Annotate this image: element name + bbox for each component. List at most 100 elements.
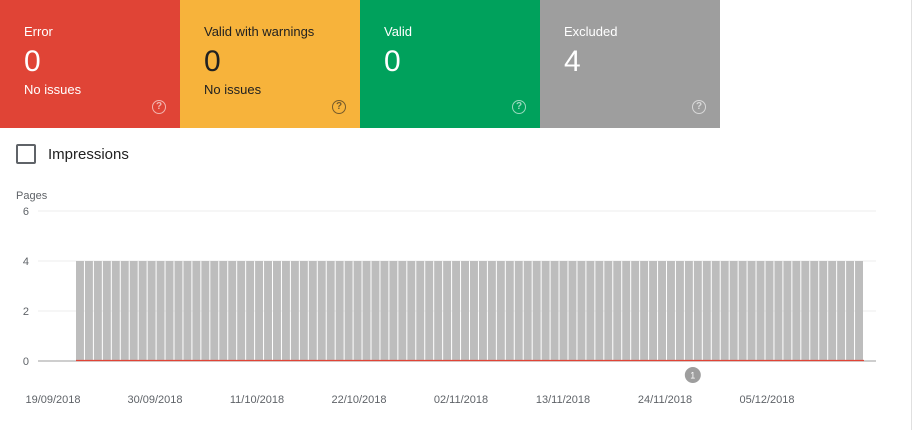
- help-circle-icon[interactable]: ?: [512, 100, 526, 114]
- bar: [317, 261, 326, 361]
- bar: [111, 261, 120, 361]
- bar: [281, 261, 290, 361]
- bar: [792, 261, 801, 361]
- bar: [604, 261, 613, 361]
- excluded-card[interactable]: Excluded 4 ?: [540, 0, 720, 128]
- warning-label: Valid with warnings: [204, 24, 315, 39]
- bar: [774, 261, 783, 361]
- bar: [559, 261, 568, 361]
- impressions-checkbox[interactable]: [16, 144, 36, 164]
- bar: [362, 261, 371, 361]
- bar: [344, 261, 353, 361]
- bar: [371, 261, 380, 361]
- bar: [326, 261, 335, 361]
- bar: [470, 261, 478, 361]
- bar: [711, 261, 720, 361]
- bar: [478, 261, 487, 361]
- bar: [729, 261, 738, 361]
- x-tick-label: 19/09/2018: [25, 394, 80, 406]
- bar: [541, 261, 550, 361]
- bar: [801, 261, 810, 361]
- valid-card[interactable]: Valid 0 ?: [360, 0, 540, 128]
- bar: [514, 261, 523, 361]
- error-card[interactable]: Error 0 No issues ?: [0, 0, 180, 128]
- bar: [129, 261, 138, 361]
- bar: [595, 261, 604, 361]
- y-tick-label: 2: [23, 306, 29, 318]
- warning-card[interactable]: Valid with warnings 0 No issues ?: [180, 0, 360, 128]
- bar: [434, 261, 443, 361]
- error-count: 0: [24, 45, 41, 78]
- bar: [120, 261, 129, 361]
- bar: [702, 261, 711, 361]
- y-tick-label: 0: [23, 356, 29, 368]
- bar: [586, 261, 595, 361]
- bar: [219, 261, 228, 361]
- bar: [255, 261, 264, 361]
- y-axis-label: Pages: [16, 190, 48, 202]
- bar: [756, 261, 765, 361]
- x-tick-label: 24/11/2018: [638, 394, 692, 406]
- bar: [174, 261, 183, 361]
- bar: [693, 261, 702, 361]
- pages-chart: Pages 0 2 4 6 19/09/2018 30/09/2018 11/10/2018 2…: [0, 180, 914, 430]
- chart-svg: Pages 0 2 4 6 19/09/2018 30/09/2018 11/10/2018 2…: [16, 190, 876, 406]
- bar: [631, 261, 640, 361]
- impressions-label: Impressions: [48, 145, 129, 163]
- bar: [747, 261, 756, 361]
- bar: [147, 261, 156, 361]
- valid-count: 0: [384, 45, 401, 78]
- help-circle-icon[interactable]: ?: [692, 100, 706, 114]
- bar: [461, 261, 469, 361]
- error-label: Error: [24, 24, 53, 39]
- bar: [389, 261, 398, 361]
- bar: [425, 261, 434, 361]
- bar: [237, 261, 246, 361]
- bar: [577, 261, 586, 361]
- bar: [658, 261, 666, 361]
- help-circle-icon[interactable]: ?: [332, 100, 346, 114]
- excluded-label: Excluded: [564, 24, 618, 39]
- bar: [273, 261, 281, 361]
- bar: [407, 261, 416, 361]
- bar: [720, 261, 729, 361]
- annotation-label: 1: [690, 371, 695, 381]
- bar: [183, 261, 192, 361]
- y-tick-label: 6: [23, 206, 29, 218]
- bar: [299, 261, 308, 361]
- x-tick-label: 30/09/2018: [127, 394, 182, 406]
- bar: [76, 261, 84, 361]
- bar: [855, 261, 863, 361]
- bar: [398, 261, 407, 361]
- bar: [649, 261, 658, 361]
- bar: [846, 261, 855, 361]
- bar: [837, 261, 846, 361]
- bar: [667, 261, 675, 361]
- bar: [640, 261, 649, 361]
- bar: [675, 261, 684, 361]
- warning-sub: No issues: [204, 82, 262, 97]
- bar: [523, 261, 532, 361]
- bar: [380, 261, 389, 361]
- bar: [308, 261, 317, 361]
- warning-count: 0: [204, 45, 221, 78]
- bar: [738, 261, 747, 361]
- bar: [228, 261, 237, 361]
- bar: [246, 261, 255, 361]
- excluded-count: 4: [564, 45, 581, 78]
- bar: [353, 261, 362, 361]
- bar: [210, 261, 219, 361]
- help-circle-icon[interactable]: ?: [152, 100, 166, 114]
- bar: [810, 261, 819, 361]
- bar: [622, 261, 631, 361]
- impressions-toggle[interactable]: Impressions: [16, 144, 129, 164]
- bar: [496, 261, 505, 361]
- bar: [443, 261, 452, 361]
- bar: [102, 261, 111, 361]
- bar: [93, 261, 102, 361]
- bar: [550, 261, 559, 361]
- bar: [568, 261, 577, 361]
- x-tick-label: 02/11/2018: [434, 394, 488, 406]
- bar: [532, 261, 541, 361]
- bar: [192, 261, 201, 361]
